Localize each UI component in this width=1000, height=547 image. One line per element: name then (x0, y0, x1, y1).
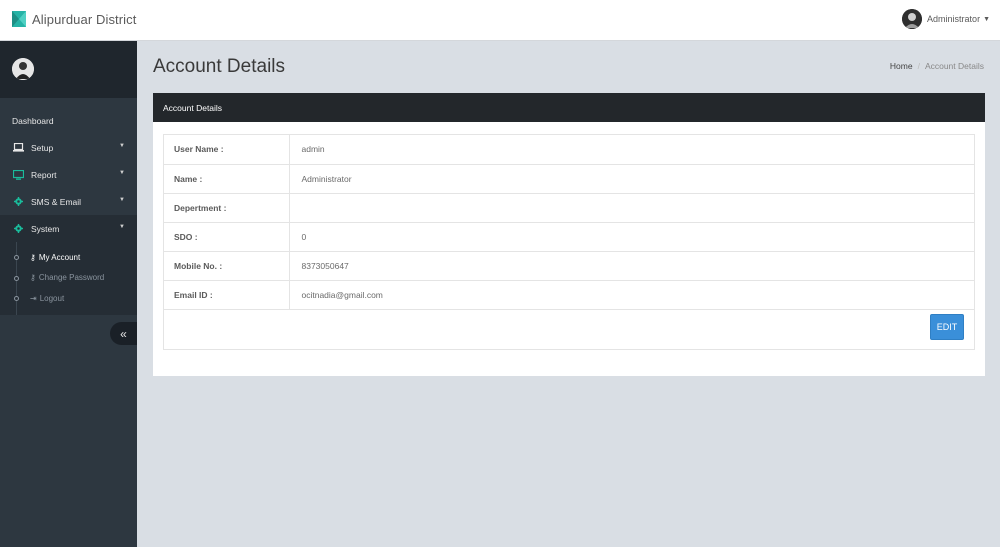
user-menu[interactable]: Administrator ▼ (902, 9, 990, 29)
row-label: Mobile No. : (164, 251, 290, 281)
details-table: User Name : admin Name : Administrator D… (164, 135, 974, 310)
table-row: SDO : 0 (164, 222, 974, 252)
sidebar-item-label: SMS & Email (31, 196, 82, 207)
avatar (902, 9, 923, 29)
monitor-icon (12, 169, 24, 180)
row-value (289, 193, 974, 223)
submenu-change-password[interactable]: ⚷ Change Password (0, 268, 137, 289)
breadcrumb-home[interactable]: Home (890, 61, 913, 71)
row-value: 8373050647 (289, 251, 974, 281)
sidebar: Dashboard Setup ▼ Report ▼ SMS & Email ▼ (0, 41, 137, 547)
row-label: Name : (164, 164, 290, 194)
row-value: 0 (289, 222, 974, 252)
page-title: Account Details (153, 56, 286, 77)
caret-down-icon: ▼ (119, 224, 125, 230)
laptop-icon (12, 143, 24, 152)
submenu-my-account[interactable]: ⚷ My Account (0, 247, 137, 268)
submenu-label: Change Password (38, 273, 105, 283)
submenu-label: My Account (38, 252, 81, 262)
table-row: Mobile No. : 8373050647 (164, 251, 974, 281)
row-label: SDO : (164, 222, 290, 252)
caret-down-icon: ▼ (119, 170, 125, 176)
sign-out-icon: ⇥ (30, 293, 37, 303)
breadcrumb-separator: / (917, 61, 920, 71)
bullet-icon (14, 275, 19, 281)
row-value: admin (289, 135, 974, 165)
submenu-label: Logout (39, 293, 65, 303)
sidebar-profile (0, 41, 137, 98)
account-details-panel: Account Details User Name : admin Name :… (153, 93, 985, 376)
sidebar-item-label: Report (31, 169, 57, 180)
gear-icon (12, 224, 24, 233)
key-icon: ⚷ (30, 252, 36, 262)
profile-avatar (12, 58, 34, 80)
row-value: ocitnadia@gmail.com (289, 280, 974, 310)
sidebar-collapse-button[interactable]: « (110, 322, 137, 345)
gear-icon (12, 197, 24, 206)
sidebar-item-label: System (31, 223, 60, 234)
caret-down-icon: ▼ (119, 143, 125, 149)
table-row: Name : Administrator (164, 164, 974, 194)
caret-down-icon: ▼ (983, 15, 990, 23)
brand[interactable]: Alipurduar District (12, 11, 136, 27)
row-label: Email ID : (164, 280, 290, 310)
bullet-icon (14, 255, 19, 260)
breadcrumb: Home / Account Details (890, 61, 984, 71)
sidebar-dashboard[interactable]: Dashboard (0, 107, 137, 134)
row-label: Depertment : (164, 193, 290, 223)
top-navbar: Alipurduar District Administrator ▼ (0, 0, 1000, 41)
details-table-wrap: User Name : admin Name : Administrator D… (163, 134, 975, 350)
sidebar-item-sms-email[interactable]: SMS & Email ▼ (0, 188, 137, 215)
table-row: Email ID : ocitnadia@gmail.com (164, 280, 974, 310)
submenu-logout[interactable]: ⇥ Logout (0, 288, 137, 309)
breadcrumb-current: Account Details (924, 61, 984, 71)
sidebar-item-setup[interactable]: Setup ▼ (0, 134, 137, 161)
row-label: User Name : (164, 135, 290, 165)
brand-name: Alipurduar District (32, 11, 137, 27)
bullet-icon (14, 296, 19, 301)
key-icon: ⚷ (30, 273, 36, 283)
system-submenu: ⚷ My Account ⚷ Change Password ⇥ Logout (0, 242, 137, 315)
brand-logo-icon (12, 11, 26, 27)
sidebar-item-label: Setup (31, 142, 54, 153)
row-value: Administrator (289, 164, 974, 194)
sidebar-item-system[interactable]: System ▼ (0, 215, 137, 242)
panel-title: Account Details (153, 93, 985, 122)
caret-down-icon: ▼ (119, 197, 125, 203)
edit-button[interactable]: EDIT (930, 314, 964, 340)
table-row: User Name : admin (164, 135, 974, 165)
sidebar-item-report[interactable]: Report ▼ (0, 161, 137, 188)
user-name: Administrator (927, 14, 981, 24)
table-row: Depertment : (164, 193, 974, 223)
